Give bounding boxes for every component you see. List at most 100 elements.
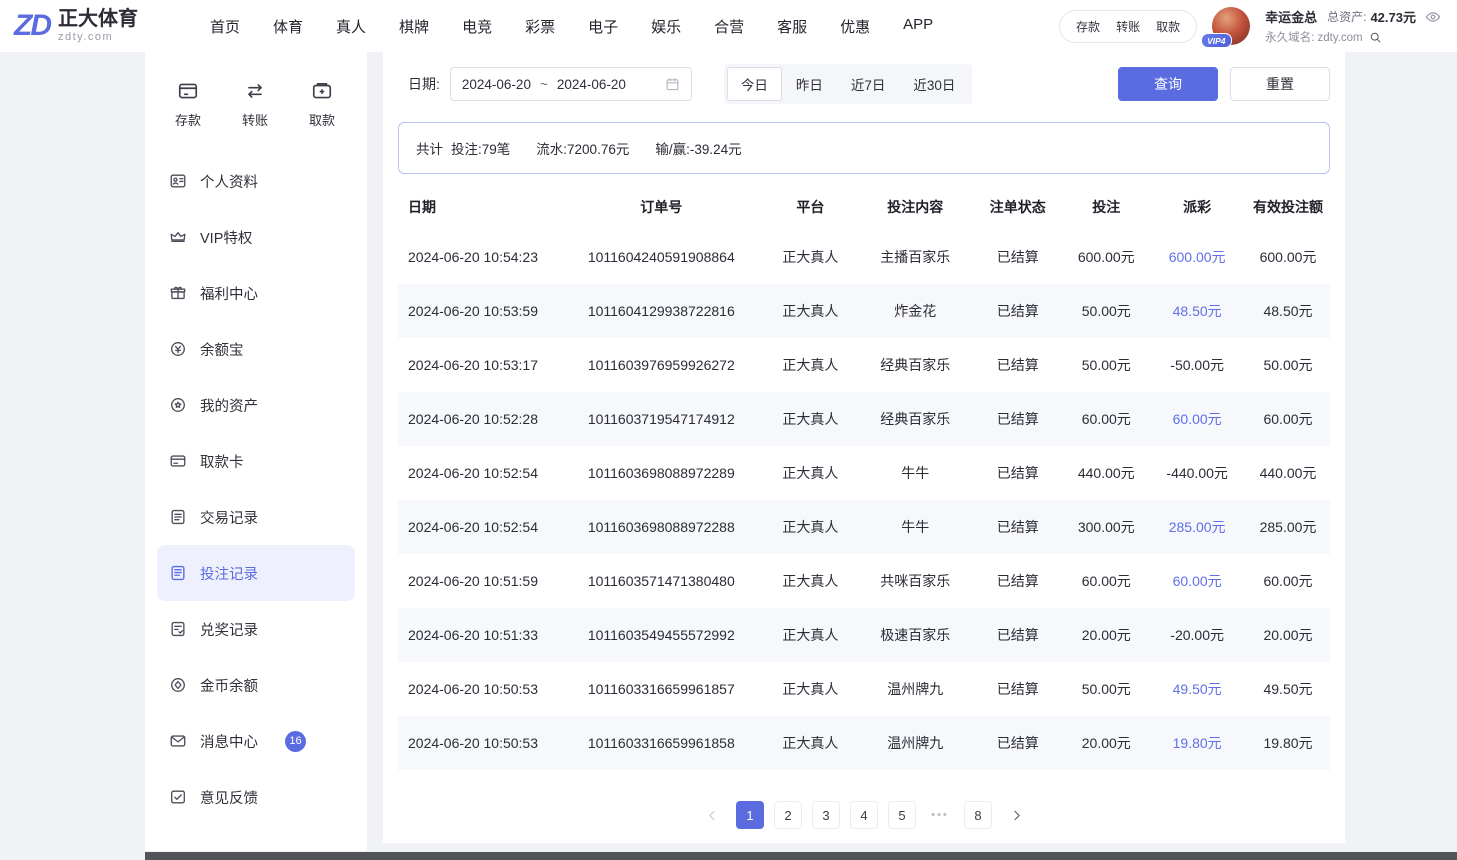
- next-page-button[interactable]: [1002, 801, 1030, 829]
- nav-item-1[interactable]: 体育: [273, 16, 303, 37]
- wallet-action-2[interactable]: 取款: [1156, 18, 1180, 35]
- order-cell: 1011603698088972289: [561, 465, 761, 481]
- page-layout: 存款转账取款 个人资料 VIP特权福利中心余额宝我的资产取款卡交易记录投注记录兑奖…: [0, 52, 1457, 852]
- sidebar-item-7[interactable]: 投注记录: [157, 545, 355, 601]
- status-cell: 已结算: [971, 355, 1064, 375]
- calendar-icon[interactable]: [665, 77, 680, 92]
- sidebar-item-0[interactable]: 个人资料: [157, 153, 355, 209]
- horizontal-scrollbar[interactable]: [145, 852, 1457, 860]
- sidebar-item-2[interactable]: 福利中心: [157, 265, 355, 321]
- summary-box: 共计 投注:79笔 流水:7200.76元 输/赢:-39.24元: [398, 122, 1330, 174]
- date-cell: 2024-06-20 10:51:59: [398, 573, 561, 589]
- page-button-3[interactable]: 3: [812, 801, 840, 829]
- sidebar-item-11[interactable]: 意见反馈: [157, 769, 355, 825]
- order-cell: 1011604240591908864: [561, 249, 761, 265]
- nav-item-4[interactable]: 电竞: [462, 16, 492, 37]
- table-row: 2024-06-20 10:52:281011603719547174912正大…: [398, 392, 1330, 446]
- wallet-action-0[interactable]: 存款: [1076, 18, 1100, 35]
- payout-cell: -440.00元: [1148, 463, 1246, 483]
- nav-item-7[interactable]: 娱乐: [651, 16, 681, 37]
- sidebar-quick-2[interactable]: 取款: [309, 80, 335, 129]
- quick-range-group: 今日昨日近7日近30日: [724, 64, 973, 104]
- table-row: 2024-06-20 10:54:231011604240591908864正大…: [398, 230, 1330, 284]
- order-cell: 1011603719547174912: [561, 411, 761, 427]
- sidebar-item-label: 投注记录: [200, 563, 258, 584]
- status-cell: 已结算: [971, 301, 1064, 321]
- sidebar-item-6[interactable]: 交易记录: [157, 489, 355, 545]
- nav-item-0[interactable]: 首页: [210, 16, 240, 37]
- table-header: 日期订单号平台投注内容注单状态投注派彩有效投注额: [398, 184, 1330, 230]
- avatar[interactable]: VIP4: [1212, 7, 1250, 45]
- sidebar-item-label: VIP特权: [200, 227, 252, 248]
- sidebar-item-9[interactable]: 金币余额: [157, 657, 355, 713]
- sidebar-quick-1[interactable]: 转账: [242, 80, 268, 129]
- search-icon[interactable]: [1369, 31, 1382, 44]
- page-button-4[interactable]: 4: [850, 801, 878, 829]
- date-from[interactable]: 2024-06-20: [462, 77, 531, 92]
- nav-item-10[interactable]: 优惠: [840, 16, 870, 37]
- order-cell: 1011603698088972288: [561, 519, 761, 535]
- brand-logo[interactable]: ZD 正大体育 zdty.com: [14, 8, 194, 44]
- range-button-3[interactable]: 近30日: [899, 67, 969, 101]
- query-button[interactable]: 查询: [1118, 67, 1218, 101]
- date-cell: 2024-06-20 10:50:53: [398, 681, 561, 697]
- nav-item-2[interactable]: 真人: [336, 16, 366, 37]
- payout-cell: 60.00元: [1148, 409, 1246, 429]
- range-button-1[interactable]: 昨日: [782, 67, 837, 101]
- nav-item-5[interactable]: 彩票: [525, 16, 555, 37]
- status-cell: 已结算: [971, 733, 1064, 753]
- unread-badge: 16: [285, 731, 306, 752]
- assets-value: 42.73元: [1370, 7, 1416, 26]
- status-cell: 已结算: [971, 409, 1064, 429]
- assets-label: 总资产:: [1327, 8, 1366, 25]
- sidebar-quick-0[interactable]: 存款: [175, 80, 201, 129]
- nav-item-3[interactable]: 棋牌: [399, 16, 429, 37]
- sidebar-item-1[interactable]: VIP特权: [157, 209, 355, 265]
- content-cell: 温州牌九: [859, 733, 971, 753]
- sidebar-item-5[interactable]: 取款卡: [157, 433, 355, 489]
- valid-bet-cell: 60.00元: [1246, 571, 1330, 591]
- nav-item-8[interactable]: 合营: [714, 16, 744, 37]
- vip-badge: VIP4: [1201, 33, 1231, 48]
- sidebar-item-4[interactable]: 我的资产: [157, 377, 355, 433]
- feedback-icon: [169, 788, 187, 806]
- sidebar-menu: 个人资料VIP特权福利中心余额宝我的资产取款卡交易记录投注记录兑奖记录金币余额消…: [145, 147, 367, 825]
- sidebar-item-3[interactable]: 余额宝: [157, 321, 355, 377]
- table-row: 2024-06-20 10:51:591011603571471380480正大…: [398, 554, 1330, 608]
- range-button-0[interactable]: 今日: [727, 67, 782, 101]
- sidebar-item-8[interactable]: 兑奖记录: [157, 601, 355, 657]
- sidebar-item-10[interactable]: 消息中心 16: [157, 713, 355, 769]
- vip-icon: [169, 228, 187, 246]
- platform-cell: 正大真人: [761, 571, 859, 591]
- valid-bet-cell: 60.00元: [1246, 409, 1330, 429]
- sidebar-item-label: 消息中心: [200, 731, 258, 752]
- reset-button[interactable]: 重置: [1230, 67, 1330, 101]
- date-cell: 2024-06-20 10:54:23: [398, 249, 561, 265]
- eye-icon[interactable]: [1425, 9, 1441, 25]
- column-header-6: 派彩: [1148, 197, 1246, 217]
- page-button-5[interactable]: 5: [888, 801, 916, 829]
- bet-cell: 20.00元: [1064, 625, 1148, 645]
- nav-item-6[interactable]: 电子: [588, 16, 618, 37]
- sidebar-item-label: 兑奖记录: [200, 619, 258, 640]
- prev-page-button[interactable]: [698, 801, 726, 829]
- sidebar-item-label: 取款卡: [200, 451, 244, 472]
- nav-item-11[interactable]: APP: [903, 16, 933, 37]
- payout-cell: -50.00元: [1148, 355, 1246, 375]
- page-button-2[interactable]: 2: [774, 801, 802, 829]
- content-cell: 牛牛: [859, 517, 971, 537]
- platform-cell: 正大真人: [761, 517, 859, 537]
- page-button-8[interactable]: 8: [964, 801, 992, 829]
- date-range-input[interactable]: 2024-06-20 ~ 2024-06-20: [450, 67, 692, 101]
- wallet-action-1[interactable]: 转账: [1116, 18, 1140, 35]
- valid-bet-cell: 440.00元: [1246, 463, 1330, 483]
- date-to[interactable]: 2024-06-20: [557, 77, 626, 92]
- table-row: 2024-06-20 10:52:541011603698088972289正大…: [398, 446, 1330, 500]
- table-row: 2024-06-20 10:52:541011603698088972288正大…: [398, 500, 1330, 554]
- nav-item-9[interactable]: 客服: [777, 16, 807, 37]
- page-button-1[interactable]: 1: [736, 801, 764, 829]
- column-header-7: 有效投注额: [1246, 197, 1330, 217]
- valid-bet-cell: 50.00元: [1246, 355, 1330, 375]
- content-cell: 极速百家乐: [859, 625, 971, 645]
- range-button-2[interactable]: 近7日: [837, 67, 900, 101]
